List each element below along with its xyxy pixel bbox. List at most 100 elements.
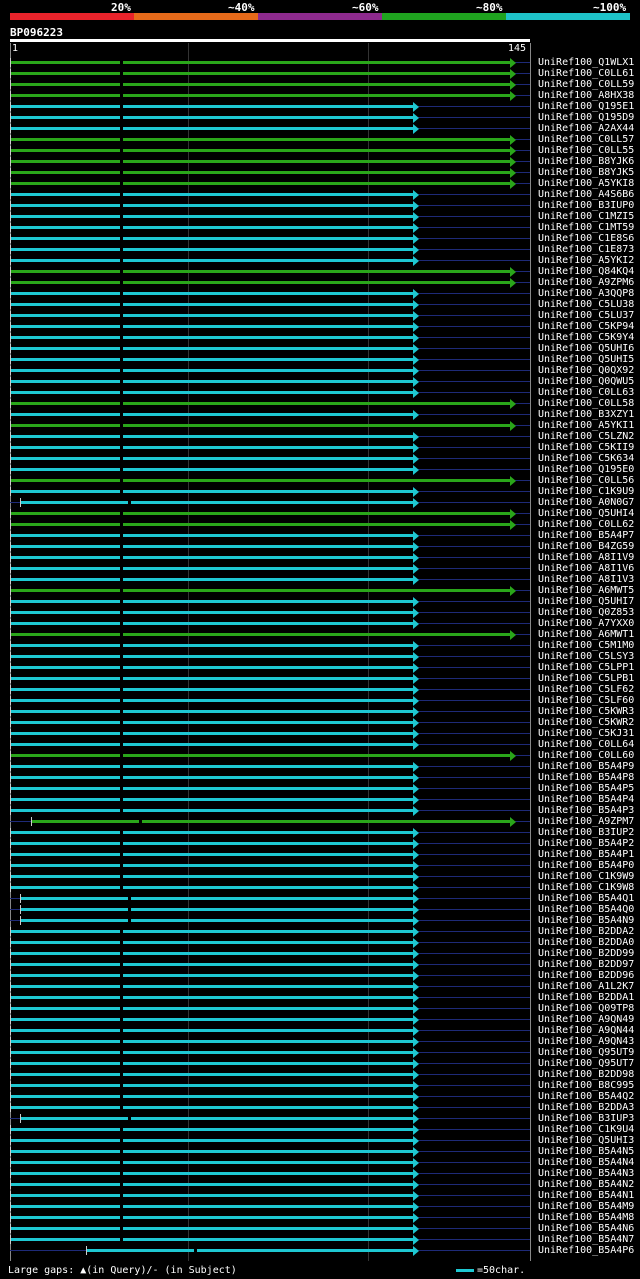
hit-label-link[interactable]: UniRef100_A4S6B6 [538, 189, 634, 200]
hit-label-link[interactable]: UniRef100_A2AX44 [538, 123, 634, 134]
hit-label-link[interactable]: UniRef100_A9ZPM7 [538, 816, 634, 827]
hit-label-link[interactable]: UniRef100_C0LL64 [538, 739, 634, 750]
hit-row[interactable]: UniRef100_C1E873 [0, 244, 640, 255]
hit-row[interactable]: UniRef100_C5K9Y4 [0, 332, 640, 343]
hit-row[interactable]: UniRef100_C0LL58 [0, 398, 640, 409]
hit-row[interactable]: UniRef100_B5A4Q0 [0, 904, 640, 915]
alignment-bar[interactable] [10, 1128, 413, 1131]
alignment-bar[interactable] [10, 710, 413, 713]
hit-label-link[interactable]: UniRef100_B4ZG59 [538, 541, 634, 552]
alignment-bar[interactable] [10, 1062, 413, 1065]
hit-label-link[interactable]: UniRef100_C1K9W8 [538, 882, 634, 893]
alignment-bar[interactable] [10, 160, 510, 163]
hit-row[interactable]: UniRef100_A8I1V6 [0, 563, 640, 574]
hit-row[interactable]: UniRef100_Q84KQ4 [0, 266, 640, 277]
hit-row[interactable]: UniRef100_C5LZN2 [0, 431, 640, 442]
alignment-bar[interactable] [10, 875, 413, 878]
hit-row[interactable]: UniRef100_B8YJK6 [0, 156, 640, 167]
hit-row[interactable]: UniRef100_A9ZPM6 [0, 277, 640, 288]
hit-label-link[interactable]: UniRef100_C1K9W9 [538, 871, 634, 882]
alignment-bar[interactable] [10, 611, 413, 614]
hit-row[interactable]: UniRef100_B3IUP0 [0, 200, 640, 211]
alignment-bar[interactable] [10, 116, 413, 119]
hit-row[interactable]: UniRef100_B5A4M9 [0, 1201, 640, 1212]
alignment-bar[interactable] [20, 501, 413, 504]
hit-row[interactable]: UniRef100_B4ZG59 [0, 541, 640, 552]
alignment-bar[interactable] [10, 182, 510, 185]
alignment-bar[interactable] [10, 787, 413, 790]
alignment-bar[interactable] [10, 336, 413, 339]
alignment-bar[interactable] [10, 1172, 413, 1175]
hit-row[interactable]: UniRef100_C0LL61 [0, 68, 640, 79]
hit-row[interactable]: UniRef100_A8HX38 [0, 90, 640, 101]
alignment-bar[interactable] [10, 292, 413, 295]
alignment-bar[interactable] [10, 171, 510, 174]
hit-row[interactable]: UniRef100_B8C995 [0, 1080, 640, 1091]
hit-label-link[interactable]: UniRef100_A6MWT5 [538, 585, 634, 596]
alignment-bar[interactable] [10, 193, 413, 196]
hit-label-link[interactable]: UniRef100_C5KWR2 [538, 717, 634, 728]
alignment-bar[interactable] [10, 347, 413, 350]
hit-row[interactable]: UniRef100_C5LF60 [0, 695, 640, 706]
hit-label-link[interactable]: UniRef100_C1MZI5 [538, 211, 634, 222]
hit-label-link[interactable]: UniRef100_B5A4Q0 [538, 904, 634, 915]
alignment-bar[interactable] [10, 1227, 413, 1230]
alignment-bar[interactable] [10, 1084, 413, 1087]
alignment-bar[interactable] [10, 215, 413, 218]
hit-label-link[interactable]: UniRef100_C5LZN2 [538, 431, 634, 442]
hit-row[interactable]: UniRef100_C0LL63 [0, 387, 640, 398]
hit-row[interactable]: UniRef100_B5A4Q2 [0, 1091, 640, 1102]
hit-row[interactable]: UniRef100_C5LU38 [0, 299, 640, 310]
alignment-bar[interactable] [10, 72, 510, 75]
hit-row[interactable]: UniRef100_B5A4P6 [0, 1245, 640, 1256]
hit-row[interactable]: UniRef100_C5K634 [0, 453, 640, 464]
alignment-bar[interactable] [10, 270, 510, 273]
hit-row[interactable]: UniRef100_C1K9U9 [0, 486, 640, 497]
hit-label-link[interactable]: UniRef100_C0LL56 [538, 475, 634, 486]
hit-label-link[interactable]: UniRef100_B5A4N6 [538, 1223, 634, 1234]
alignment-bar[interactable] [20, 1117, 413, 1120]
alignment-bar[interactable] [10, 1051, 413, 1054]
hit-label-link[interactable]: UniRef100_B5A4N3 [538, 1168, 634, 1179]
alignment-bar[interactable] [10, 424, 510, 427]
hit-label-link[interactable]: UniRef100_C0LL61 [538, 68, 634, 79]
alignment-bar[interactable] [10, 1073, 413, 1076]
hit-row[interactable]: UniRef100_C1K9W9 [0, 871, 640, 882]
hit-row[interactable]: UniRef100_C0LL56 [0, 475, 640, 486]
hit-row[interactable]: UniRef100_A9QN43 [0, 1036, 640, 1047]
alignment-bar[interactable] [10, 127, 413, 130]
hit-label-link[interactable]: UniRef100_C5LF62 [538, 684, 634, 695]
hit-label-link[interactable]: UniRef100_C0LL60 [538, 750, 634, 761]
hit-label-link[interactable]: UniRef100_C5KP94 [538, 321, 634, 332]
hit-label-link[interactable]: UniRef100_C0LL55 [538, 145, 634, 156]
hit-row[interactable]: UniRef100_B5A4N6 [0, 1223, 640, 1234]
hit-label-link[interactable]: UniRef100_A7YXX0 [538, 618, 634, 629]
hit-row[interactable]: UniRef100_A7YXX0 [0, 618, 640, 629]
hit-row[interactable]: UniRef100_B2DDA1 [0, 992, 640, 1003]
hit-label-link[interactable]: UniRef100_B2DD97 [538, 959, 634, 970]
hit-row[interactable]: UniRef100_A6MWT5 [0, 585, 640, 596]
alignment-bar[interactable] [10, 1106, 413, 1109]
hit-row[interactable]: UniRef100_Q09TP8 [0, 1003, 640, 1014]
hit-row[interactable]: UniRef100_Q5UHI4 [0, 508, 640, 519]
hit-label-link[interactable]: UniRef100_C5LSY3 [538, 651, 634, 662]
hit-label-link[interactable]: UniRef100_B5A4P0 [538, 860, 634, 871]
hit-row[interactable]: UniRef100_C5LSY3 [0, 651, 640, 662]
hit-label-link[interactable]: UniRef100_Q195D9 [538, 112, 634, 123]
hit-label-link[interactable]: UniRef100_B5A4P1 [538, 849, 634, 860]
hit-label-link[interactable]: UniRef100_C0LL57 [538, 134, 634, 145]
alignment-bar[interactable] [10, 314, 413, 317]
hit-row[interactable]: UniRef100_C1E8S6 [0, 233, 640, 244]
hit-label-link[interactable]: UniRef100_A9QN44 [538, 1025, 634, 1036]
hit-row[interactable]: UniRef100_A8I1V9 [0, 552, 640, 563]
hit-label-link[interactable]: UniRef100_C5LU37 [538, 310, 634, 321]
hit-label-link[interactable]: UniRef100_B5A4P4 [538, 794, 634, 805]
alignment-bar[interactable] [10, 468, 413, 471]
hit-label-link[interactable]: UniRef100_B5A4N4 [538, 1157, 634, 1168]
alignment-bar[interactable] [10, 237, 413, 240]
hit-row[interactable]: UniRef100_B5A4N5 [0, 1146, 640, 1157]
hit-label-link[interactable]: UniRef100_C1E873 [538, 244, 634, 255]
hit-row[interactable]: UniRef100_Q0Z853 [0, 607, 640, 618]
hit-label-link[interactable]: UniRef100_Q09TP8 [538, 1003, 634, 1014]
hit-label-link[interactable]: UniRef100_Q5UHI7 [538, 596, 634, 607]
